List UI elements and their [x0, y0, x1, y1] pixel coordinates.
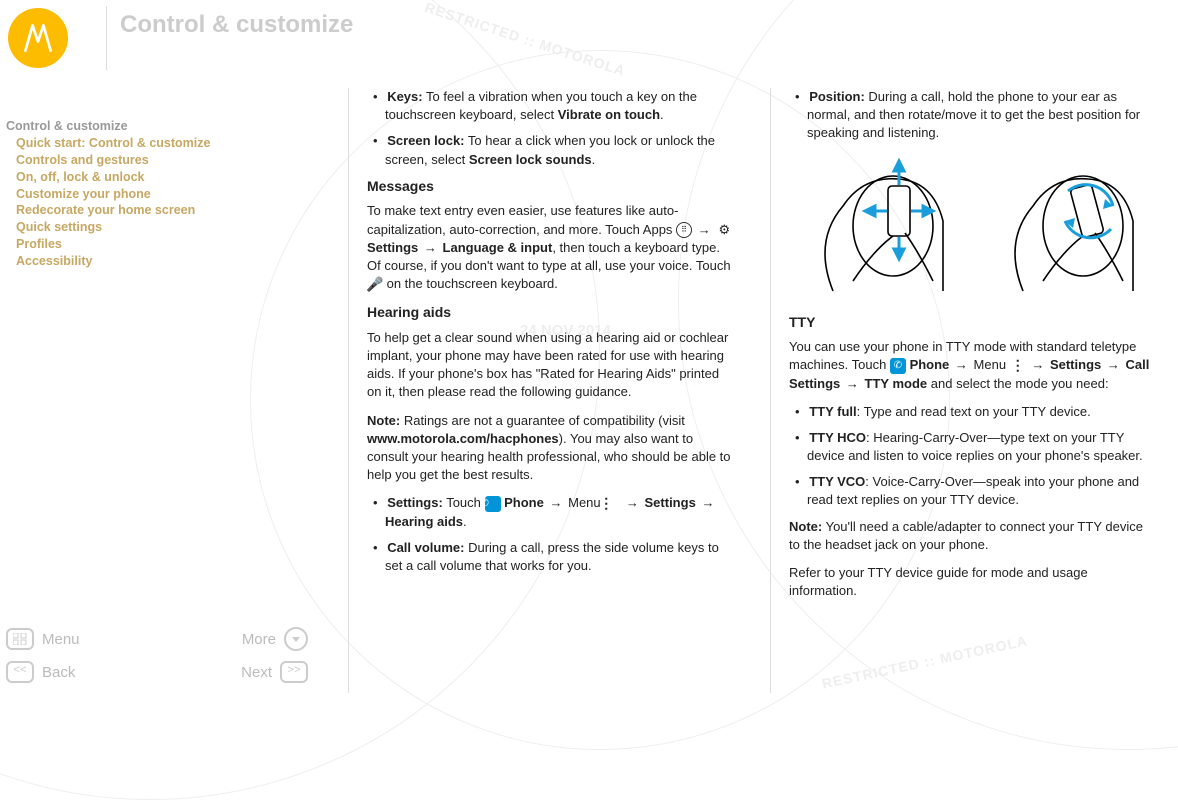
- sidebar-item-accessibility[interactable]: Accessibility: [6, 253, 306, 270]
- page-title: Control & customize: [120, 8, 353, 42]
- bullet-settings: Settings: Touch ✆ Phone → Menu ⋮ → Setti…: [367, 494, 734, 530]
- back-button[interactable]: Back: [42, 662, 75, 683]
- sidebar: Control & customize Quick start: Control…: [6, 118, 306, 270]
- bullet-screen-lock: Screen lock: To hear a click when you lo…: [367, 132, 734, 168]
- bullet-tty-vco: TTY VCO: Voice-Carry-Over—speak into you…: [789, 473, 1156, 509]
- menu-dots-icon: ⋮: [1010, 358, 1026, 374]
- more-icon[interactable]: [284, 627, 308, 651]
- hearing-paragraph: To help get a clear sound when using a h…: [367, 329, 734, 402]
- next-icon[interactable]: >>: [280, 661, 308, 683]
- more-button[interactable]: More: [242, 629, 276, 650]
- bullet-tty-hco: TTY HCO: Hearing-Carry-Over—type text on…: [789, 429, 1156, 465]
- sidebar-item-quick-start[interactable]: Quick start: Control & customize: [6, 135, 306, 152]
- gear-icon: ⚙: [716, 222, 732, 238]
- sidebar-item-customize-phone[interactable]: Customize your phone: [6, 186, 306, 203]
- position-illustration: [793, 151, 1153, 301]
- content-column-1: Keys: To feel a vibration when you touch…: [348, 88, 748, 693]
- content-column-2: Position: During a call, hold the phone …: [770, 88, 1170, 693]
- sidebar-item-profiles[interactable]: Profiles: [6, 236, 306, 253]
- back-icon[interactable]: <<: [6, 661, 34, 683]
- keys-label: Keys:: [387, 89, 422, 104]
- nav-buttons: Menu More << Back Next >>: [6, 627, 316, 693]
- menu-button[interactable]: Menu: [42, 629, 80, 650]
- sidebar-item-controls-gestures[interactable]: Controls and gestures: [6, 152, 306, 169]
- menu-dots-icon: ⋮: [604, 496, 620, 512]
- tty-note: Note: You'll need a cable/adapter to con…: [789, 518, 1156, 554]
- phone-icon: ✆: [890, 358, 906, 374]
- messages-paragraph: To make text entry even easier, use feat…: [367, 202, 734, 293]
- sidebar-item-on-off-lock[interactable]: On, off, lock & unlock: [6, 169, 306, 186]
- tty-paragraph: You can use your phone in TTY mode with …: [789, 338, 1156, 393]
- bullet-position: Position: During a call, hold the phone …: [789, 88, 1156, 143]
- header-divider: [106, 6, 107, 70]
- menu-icon[interactable]: [6, 628, 34, 650]
- heading-hearing-aids: Hearing aids: [367, 303, 734, 323]
- heading-messages: Messages: [367, 177, 734, 197]
- bullet-tty-full: TTY full: Type and read text on your TTY…: [789, 403, 1156, 421]
- bullet-keys: Keys: To feel a vibration when you touch…: [367, 88, 734, 124]
- bullet-call-volume: Call volume: During a call, press the si…: [367, 539, 734, 575]
- sidebar-item-redecorate[interactable]: Redecorate your home screen: [6, 202, 306, 219]
- heading-tty: TTY: [789, 313, 1156, 333]
- sidebar-item-quick-settings[interactable]: Quick settings: [6, 219, 306, 236]
- phone-icon: ✆: [485, 496, 501, 512]
- note-paragraph: Note: Ratings are not a guarantee of com…: [367, 412, 734, 485]
- sidebar-item-control-customize[interactable]: Control & customize: [6, 118, 306, 135]
- apps-icon: ⠿: [676, 222, 692, 238]
- tty-refer: Refer to your TTY device guide for mode …: [789, 564, 1156, 600]
- logo: [8, 8, 68, 68]
- next-button[interactable]: Next: [241, 662, 272, 683]
- mic-icon: 🎤: [367, 277, 383, 293]
